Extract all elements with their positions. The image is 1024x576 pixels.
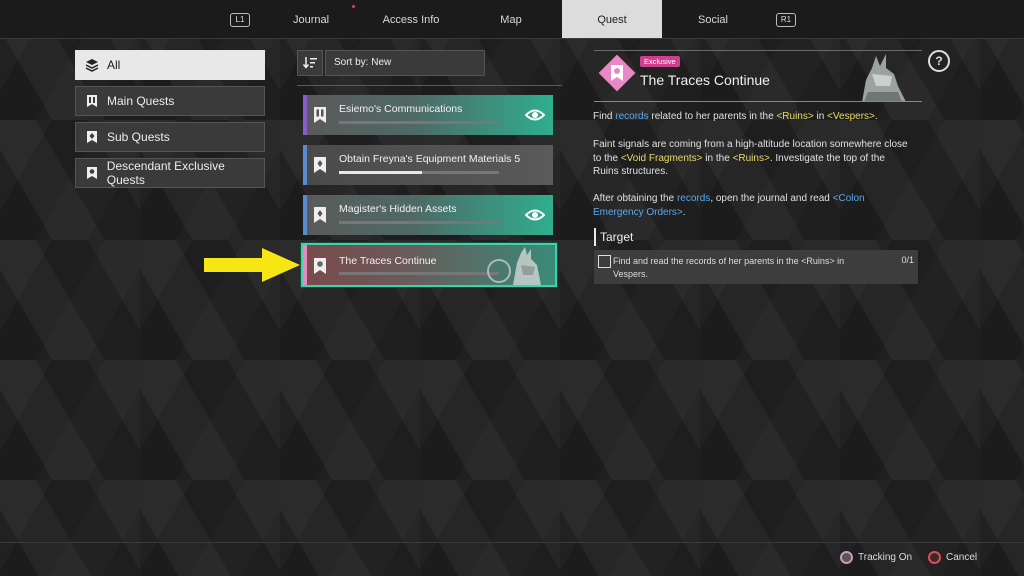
target-objective-row: Find and read the records of her parents… xyxy=(594,250,918,284)
divider xyxy=(297,85,562,86)
highlight-arrow-icon xyxy=(204,248,300,282)
category-label: Descendant Exclusive Quests xyxy=(106,159,225,187)
quest-title: The Traces Continue xyxy=(339,255,437,267)
quest-type-stripe xyxy=(303,245,307,285)
exclusive-quest-icon xyxy=(314,258,326,274)
category-main-quests[interactable]: Main Quests xyxy=(75,86,265,116)
sub-quest-icon xyxy=(314,207,326,223)
quest-title: Obtain Freyna's Equipment Materials 5 xyxy=(339,153,521,165)
category-sub-quests[interactable]: Sub Quests xyxy=(75,122,265,152)
quest-card[interactable]: Esiemo's Communications xyxy=(303,95,553,135)
character-portrait-icon xyxy=(487,247,541,285)
objective-checkbox xyxy=(598,255,611,268)
layers-icon xyxy=(85,58,99,72)
quest-card[interactable]: Magister's Hidden Assets xyxy=(303,195,553,235)
quest-card-selected[interactable]: The Traces Continue xyxy=(301,243,557,287)
notification-dot xyxy=(352,5,355,8)
category-all[interactable]: All xyxy=(75,50,265,80)
quest-detail-title: The Traces Continue xyxy=(640,72,770,88)
tab-quest[interactable]: Quest xyxy=(562,0,662,38)
exclusive-badge: Exclusive xyxy=(640,56,680,67)
exclusive-quest-icon xyxy=(611,65,623,81)
exclusive-quest-icon xyxy=(85,166,99,180)
circle-button-icon[interactable] xyxy=(928,551,941,564)
category-label: Main Quests xyxy=(107,94,175,108)
quest-progress-bar xyxy=(339,221,499,224)
tab-social[interactable]: Social xyxy=(664,0,762,38)
divider xyxy=(594,50,922,51)
category-descendant-exclusive[interactable]: Descendant Exclusive Quests xyxy=(75,158,265,188)
quest-progress-bar xyxy=(339,171,499,174)
sort-dropdown[interactable]: Sort by: New xyxy=(325,50,485,76)
tracking-toggle-label[interactable]: Tracking On xyxy=(858,552,912,563)
quest-description-1: Find records related to her parents in t… xyxy=(593,111,878,122)
quest-type-stripe xyxy=(303,95,307,135)
tab-journal[interactable]: Journal xyxy=(262,0,360,38)
objective-count: 0/1 xyxy=(901,255,914,265)
square-button-icon[interactable] xyxy=(840,551,853,564)
quest-description-2: Faint signals are coming from a high-alt… xyxy=(593,139,908,177)
r1-button-hint[interactable]: R1 xyxy=(776,13,796,27)
target-heading: Target xyxy=(600,230,634,244)
sub-quest-icon xyxy=(85,130,99,144)
tab-access-info[interactable]: Access Info xyxy=(362,0,460,38)
objective-text: Find and read the records of her parents… xyxy=(613,256,845,279)
help-button[interactable]: ? xyxy=(928,50,950,72)
category-label: Sub Quests xyxy=(107,130,170,144)
quest-description-3: After obtaining the records, open the jo… xyxy=(593,193,865,218)
main-quest-icon xyxy=(314,107,326,123)
eye-icon[interactable] xyxy=(525,106,545,124)
top-navigation: L1 Journal Access Info Map Quest Social … xyxy=(0,0,1024,39)
character-portrait-icon xyxy=(862,54,906,102)
quest-progress-bar xyxy=(339,272,499,275)
cancel-label[interactable]: Cancel xyxy=(946,552,977,563)
l1-button-hint[interactable]: L1 xyxy=(230,13,250,27)
quest-type-stripe xyxy=(303,145,307,185)
main-quest-icon xyxy=(85,94,99,108)
quest-card[interactable]: Obtain Freyna's Equipment Materials 5 xyxy=(303,145,553,185)
sub-quest-icon xyxy=(314,157,326,173)
sort-toggle-button[interactable] xyxy=(297,50,323,76)
footer-divider xyxy=(0,542,1024,543)
tab-map[interactable]: Map xyxy=(462,0,560,38)
category-label: All xyxy=(107,58,121,72)
quest-title: Esiemo's Communications xyxy=(339,103,463,115)
quest-progress-bar xyxy=(339,121,499,124)
target-heading-marker xyxy=(594,228,596,246)
eye-icon[interactable] xyxy=(525,206,545,224)
divider xyxy=(594,101,922,102)
quest-title: Magister's Hidden Assets xyxy=(339,203,457,215)
sort-icon xyxy=(303,57,317,69)
quest-type-stripe xyxy=(303,195,307,235)
